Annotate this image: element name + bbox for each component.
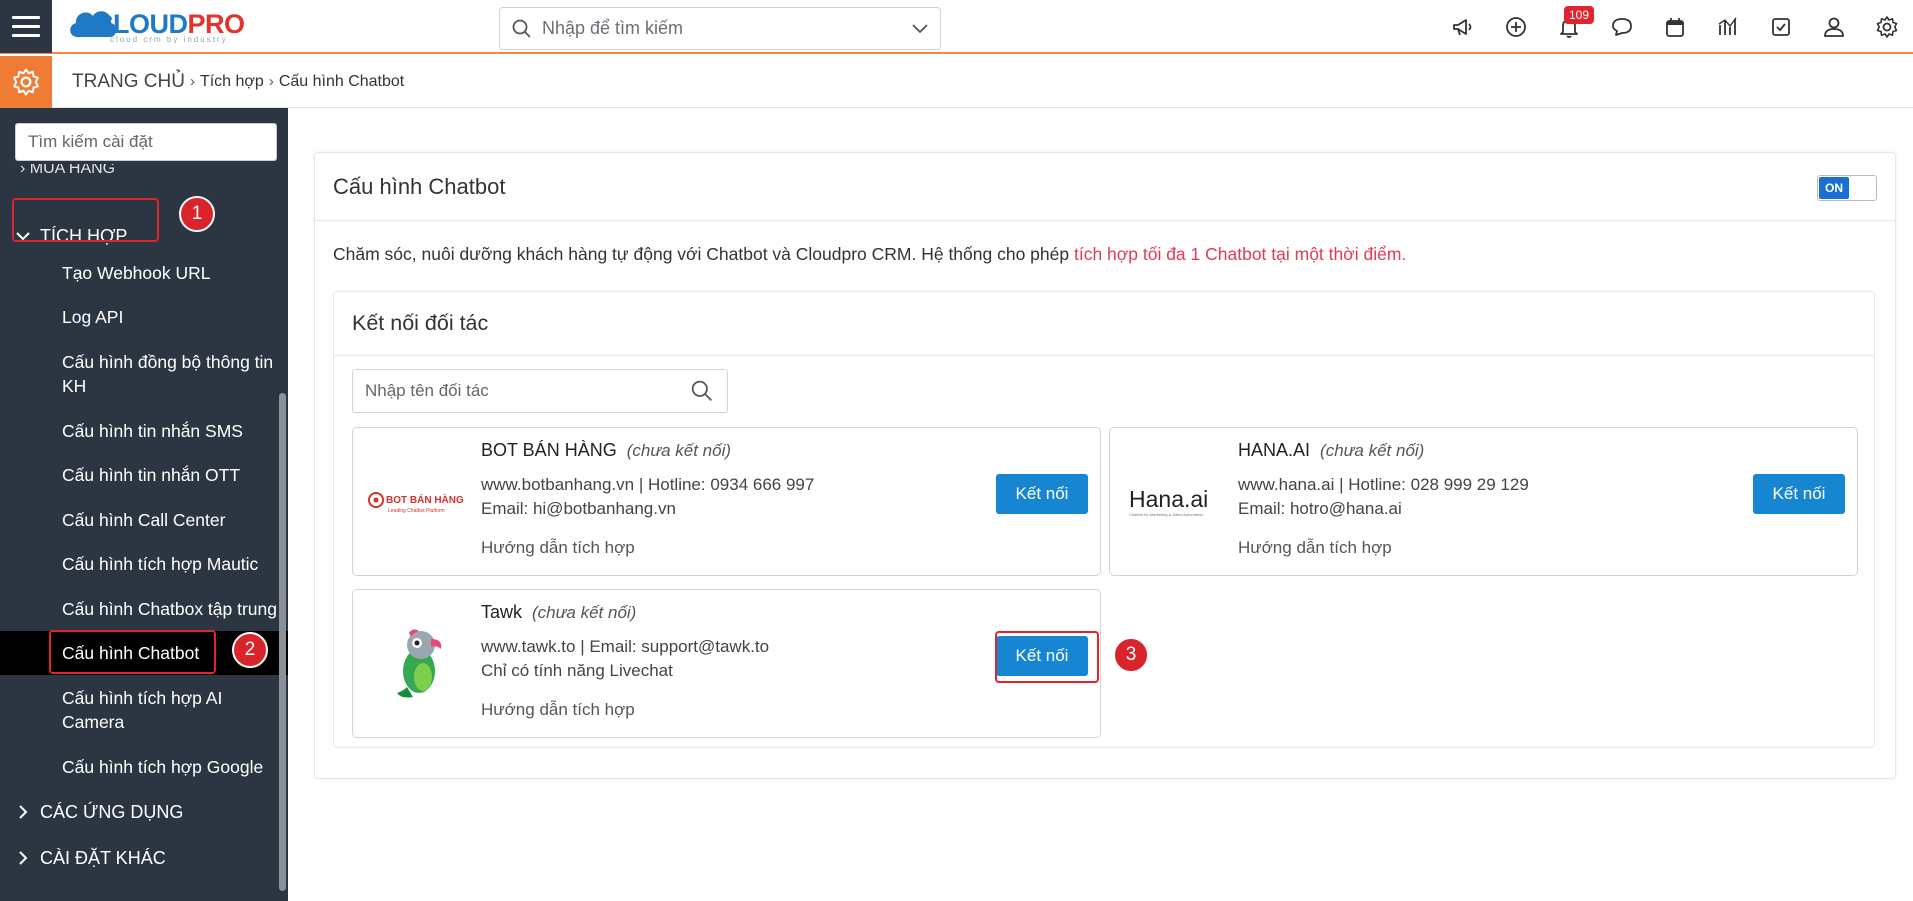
sidebar-item-chatbox[interactable]: Cấu hình Chatbox tập trung — [62, 597, 288, 621]
sidebar-group-label: CÁC ỨNG DỤNG — [40, 801, 184, 822]
chatbot-description: Chăm sóc, nuôi dưỡng khách hàng tự động … — [333, 244, 1406, 265]
top-bar: CLOUDPRO cloud crm by industry Nhập để t… — [0, 0, 1913, 54]
annotation-step-1: 1 — [179, 196, 215, 232]
menu-icon[interactable] — [0, 0, 52, 53]
search-icon — [512, 19, 531, 38]
sidebar-group-purchase[interactable]: › MUA HÀNG — [20, 164, 115, 176]
chevron-right-icon — [14, 851, 32, 865]
partner-panel-header: Kết nối đối tác — [334, 292, 1874, 356]
sidebar-item-ott[interactable]: Cấu hình tin nhắn OTT — [62, 463, 282, 487]
gear-icon[interactable] — [1860, 0, 1913, 54]
sidebar-group-other[interactable]: CÀI ĐẶT KHÁC — [14, 840, 166, 876]
partner-card-tawk: Tawk (chưa kết nối) www.tawk.to | Email: … — [352, 589, 1101, 738]
card-header: Cấu hình Chatbot — [315, 153, 1895, 221]
sidebar-item-webhook[interactable]: Tạo Webhook URL — [62, 261, 282, 285]
annotation-box-2 — [49, 630, 216, 674]
bell-icon[interactable]: 109 — [1542, 0, 1595, 54]
user-icon[interactable] — [1807, 0, 1860, 54]
svg-text:BOT BÁN HÀNG: BOT BÁN HÀNG — [386, 493, 464, 506]
partner-guide-link[interactable]: Hướng dẫn tích hợp — [1238, 538, 1392, 558]
main-content: Cấu hình Chatbot ON Chăm sóc, nuôi dưỡng… — [288, 108, 1913, 901]
checkbox-icon[interactable] — [1754, 0, 1807, 54]
breadcrumb-home[interactable]: TRANG CHỦ — [72, 71, 185, 93]
partner-search-placeholder: Nhập tên đối tác — [365, 381, 489, 400]
description-highlight: tích hợp tối đa 1 Chatbot tại một thời đ… — [1073, 244, 1407, 264]
partner-guide-link[interactable]: Hướng dẫn tích hợp — [481, 700, 635, 720]
sidebar-item-customer-sync[interactable]: Cấu hình đồng bộ thông tin KH — [62, 350, 282, 398]
toggle-on-label: ON — [1819, 177, 1849, 199]
cloudpro-logo[interactable]: CLOUDPRO cloud crm by industry — [64, 0, 264, 53]
sidebar-item-log-api[interactable]: Log API — [62, 305, 282, 329]
search-icon[interactable] — [691, 380, 713, 402]
partner-name: HANA.AI (chưa kết nối) — [1238, 440, 1425, 460]
sidebar-group-apps[interactable]: CÁC ỨNG DỤNG — [14, 794, 183, 830]
settings-search-input[interactable]: Tìm kiếm cài đặt — [15, 123, 277, 161]
global-search-input[interactable]: Nhập để tìm kiếm — [499, 7, 941, 50]
chevron-right-icon — [14, 805, 32, 819]
sidebar-item-sms[interactable]: Cấu hình tin nhắn SMS — [62, 419, 282, 443]
logo-tagline: cloud crm by industry — [110, 35, 228, 44]
partner-card-hana: Hana.ai Chatbot for Marketing & Sales Au… — [1109, 427, 1858, 576]
partner-contact: www.tawk.to | Email: support@tawk.to — [481, 637, 770, 656]
settings-sidebar: › MUA HÀNG Tìm kiếm cài đặt TÍCH HỢP 1 T… — [0, 108, 288, 901]
sidebar-item-call-center[interactable]: Cấu hình Call Center — [62, 508, 282, 532]
description-text: Chăm sóc, nuôi dưỡng khách hàng tự động … — [333, 244, 1074, 264]
breadcrumb-integration[interactable]: Tích hợp — [200, 73, 264, 91]
global-search-placeholder: Nhập để tìm kiếm — [542, 18, 684, 38]
partner-panel-title: Kết nối đối tác — [352, 311, 489, 335]
settings-gear-icon[interactable] — [0, 55, 52, 108]
svg-text:Leading Chatbot Platform: Leading Chatbot Platform — [388, 508, 445, 514]
tawk-parrot-logo — [363, 610, 473, 720]
partner-contact: www.botbanhang.vn | Hotline: 0934 666 99… — [481, 475, 815, 494]
botbanhang-logo: BOT BÁN HÀNG Leading Chatbot Platform — [363, 448, 473, 558]
partner-contact: www.hana.ai | Hotline: 028 999 29 129 — [1238, 475, 1529, 494]
sidebar-item-google[interactable]: Cấu hình tích hợp Google — [62, 755, 282, 779]
partner-card-botbanhang: BOT BÁN HÀNG Leading Chatbot Platform BO… — [352, 427, 1101, 576]
partner-name: BOT BÁN HÀNG (chưa kết nối) — [481, 440, 732, 460]
page-title: Cấu hình Chatbot — [333, 173, 506, 199]
chart-icon[interactable] — [1701, 0, 1754, 54]
sidebar-group-label: CÀI ĐẶT KHÁC — [40, 847, 166, 868]
partner-status: (chưa kết nối) — [626, 441, 732, 460]
connect-button-hana[interactable]: Kết nối — [1753, 474, 1845, 514]
breadcrumb-current: Cấu hình Chatbot — [278, 72, 405, 90]
partner-guide-link[interactable]: Hướng dẫn tích hợp — [481, 538, 635, 558]
chatbot-toggle[interactable]: ON — [1817, 175, 1877, 201]
partner-search-input[interactable]: Nhập tên đối tác — [352, 369, 728, 413]
partner-status: (chưa kết nối) — [1320, 441, 1425, 460]
partner-connect-panel: Kết nối đối tác Nhập tên đối tác BOT BÁN… — [333, 291, 1875, 748]
annotation-step-2: 2 — [232, 632, 268, 668]
plus-circle-icon[interactable] — [1489, 0, 1542, 54]
sidebar-item-mautic[interactable]: Cấu hình tích hợp Mautic — [62, 552, 282, 576]
svg-text:Hana.ai: Hana.ai — [1129, 486, 1208, 512]
annotation-box-3 — [995, 631, 1099, 683]
annotation-box-1 — [12, 198, 159, 242]
megaphone-icon[interactable] — [1436, 0, 1489, 54]
top-icon-bar: 109 — [1436, 0, 1913, 54]
sidebar-scrollbar[interactable] — [279, 393, 286, 891]
chatbot-config-card: Cấu hình Chatbot ON Chăm sóc, nuôi dưỡng… — [314, 152, 1896, 779]
chevron-down-icon[interactable] — [912, 23, 928, 34]
chat-icon[interactable] — [1595, 0, 1648, 54]
connect-button-botbanhang[interactable]: Kết nối — [996, 474, 1088, 514]
hana-logo: Hana.ai Chatbot for Marketing & Sales Au… — [1120, 448, 1230, 558]
partner-status: (chưa kết nối) — [532, 603, 637, 622]
notification-badge: 109 — [1564, 6, 1595, 24]
breadcrumb-bar: TRANG CHỦ › Tích hợp › Cấu hình Chatbot — [0, 55, 1913, 108]
partner-name: Tawk (chưa kết nối) — [481, 602, 637, 622]
partner-email: Email: hi@botbanhang.vn — [481, 499, 676, 518]
svg-text:Chatbot for Marketing & Sales: Chatbot for Marketing & Sales Automation — [1129, 512, 1203, 517]
breadcrumb: TRANG CHỦ › Tích hợp › Cấu hình Chatbot — [72, 71, 404, 93]
breadcrumb-separator: › — [268, 73, 274, 90]
partner-feature: Chỉ có tính năng Livechat — [481, 661, 673, 680]
sidebar-item-ai-camera[interactable]: Cấu hình tích hợp AI Camera — [62, 686, 282, 734]
calendar-icon[interactable] — [1648, 0, 1701, 54]
partner-email: Email: hotro@hana.ai — [1238, 499, 1402, 518]
annotation-step-3: 3 — [1113, 637, 1149, 673]
breadcrumb-separator: › — [189, 73, 195, 90]
